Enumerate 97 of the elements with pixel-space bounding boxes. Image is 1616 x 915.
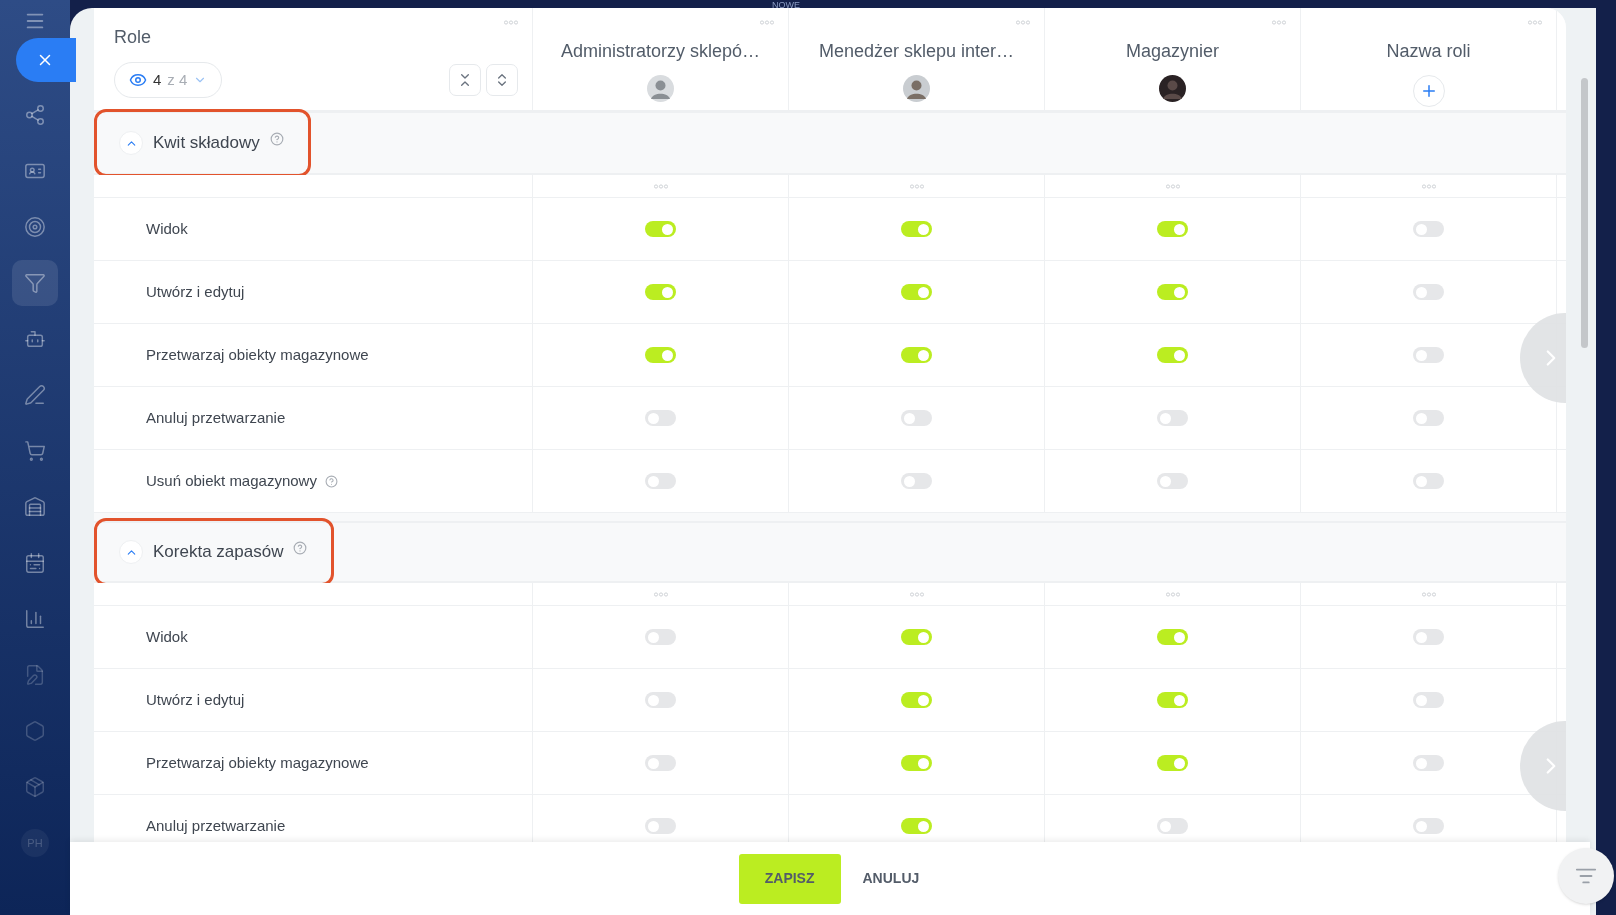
more-icon[interactable] bbox=[1528, 20, 1542, 25]
permission-label: Anuluj przetwarzanie bbox=[146, 815, 286, 836]
more-icon[interactable] bbox=[1165, 183, 1180, 189]
robot-icon bbox=[24, 328, 46, 350]
role-name[interactable]: Magazynier bbox=[1125, 38, 1219, 65]
warehouse-icon bbox=[24, 496, 46, 518]
more-icon[interactable] bbox=[653, 183, 668, 189]
toggle-switch[interactable] bbox=[1157, 692, 1188, 708]
permission-label: Widok bbox=[146, 218, 188, 239]
help-icon[interactable] bbox=[324, 474, 338, 488]
toggle-switch[interactable] bbox=[901, 284, 932, 300]
more-icon[interactable] bbox=[1165, 591, 1180, 597]
section-title: Kwit składowy bbox=[153, 132, 260, 155]
toggle-switch[interactable] bbox=[1157, 410, 1188, 426]
toggle-switch[interactable] bbox=[1413, 692, 1444, 708]
document-edit-icon bbox=[24, 664, 46, 686]
more-icon[interactable] bbox=[1421, 591, 1436, 597]
close-button[interactable] bbox=[16, 38, 76, 82]
more-icon[interactable] bbox=[1016, 20, 1030, 25]
toggle-switch[interactable] bbox=[645, 284, 676, 300]
toggle-switch[interactable] bbox=[645, 818, 676, 834]
more-icon[interactable] bbox=[1421, 183, 1436, 189]
network-icon bbox=[24, 104, 46, 126]
more-icon[interactable] bbox=[1272, 20, 1286, 25]
toggle-switch[interactable] bbox=[1157, 221, 1188, 237]
visible-roles-dropdown[interactable]: 4 z 4 bbox=[114, 62, 223, 98]
toggle-switch[interactable] bbox=[1413, 284, 1444, 300]
toggle-switch[interactable] bbox=[1413, 221, 1444, 237]
permission-label: Utwórz i edytuj bbox=[146, 281, 245, 302]
toggle-switch[interactable] bbox=[645, 755, 676, 771]
toggle-switch[interactable] bbox=[901, 347, 932, 363]
toggle-switch[interactable] bbox=[1413, 347, 1444, 363]
new-label: NOWE bbox=[772, 0, 800, 10]
hexagon-icon bbox=[24, 720, 46, 742]
help-icon[interactable] bbox=[293, 541, 308, 555]
save-button[interactable]: ZAPISZ bbox=[738, 853, 841, 904]
toggle-switch[interactable] bbox=[901, 755, 932, 771]
calendar-icon bbox=[24, 552, 46, 574]
toggle-switch[interactable] bbox=[645, 629, 676, 645]
add-button[interactable] bbox=[1412, 75, 1445, 107]
toggle-switch[interactable] bbox=[645, 473, 676, 489]
toggle-switch[interactable] bbox=[1157, 755, 1188, 771]
filter-icon bbox=[24, 272, 46, 294]
toggle-switch[interactable] bbox=[901, 221, 932, 237]
toggle-switch[interactable] bbox=[1157, 473, 1188, 489]
toggle-switch[interactable] bbox=[645, 347, 676, 363]
expand-all-button[interactable] bbox=[486, 64, 518, 96]
toggle-switch[interactable] bbox=[901, 410, 932, 426]
permission-label: Widok bbox=[146, 626, 188, 647]
permission-label: Przetwarzaj obiekty magazynowe bbox=[146, 344, 369, 365]
avatar bbox=[647, 75, 674, 102]
permission-label: Anuluj przetwarzanie bbox=[146, 407, 286, 428]
collapse-button[interactable] bbox=[119, 540, 143, 564]
sidebar-item[interactable] bbox=[12, 260, 58, 306]
toggle-switch[interactable] bbox=[1413, 818, 1444, 834]
more-icon[interactable] bbox=[653, 591, 668, 597]
toggle-switch[interactable] bbox=[1413, 473, 1444, 489]
toggle-switch[interactable] bbox=[901, 818, 932, 834]
pen-icon bbox=[24, 384, 46, 406]
permission-label: Usuń obiekt magazynowy bbox=[146, 470, 317, 491]
toggle-switch[interactable] bbox=[1157, 284, 1188, 300]
toggle-switch[interactable] bbox=[1413, 410, 1444, 426]
permission-label: Przetwarzaj obiekty magazynowe bbox=[146, 752, 369, 773]
box-icon bbox=[24, 776, 46, 798]
bar-chart-icon bbox=[24, 608, 46, 630]
toggle-switch[interactable] bbox=[1413, 755, 1444, 771]
cancel-button[interactable]: ANULUJ bbox=[860, 853, 922, 904]
more-icon[interactable] bbox=[504, 20, 518, 25]
eye-icon bbox=[129, 71, 147, 89]
toggle-switch[interactable] bbox=[645, 692, 676, 708]
column-title: Role bbox=[114, 26, 153, 49]
more-icon[interactable] bbox=[909, 183, 924, 189]
toggle-switch[interactable] bbox=[901, 473, 932, 489]
toggle-switch[interactable] bbox=[645, 221, 676, 237]
toggle-switch[interactable] bbox=[1157, 347, 1188, 363]
collapse-button[interactable] bbox=[119, 131, 143, 155]
toggle-switch[interactable] bbox=[645, 410, 676, 426]
toggle-switch[interactable] bbox=[1413, 629, 1444, 645]
help-icon[interactable] bbox=[269, 132, 284, 146]
list-menu-button[interactable] bbox=[1558, 848, 1614, 904]
role-name[interactable]: Administratorzy sklepó… bbox=[560, 38, 761, 65]
target-icon bbox=[24, 216, 46, 238]
role-name[interactable]: Menedżer sklepu inter… bbox=[818, 38, 1015, 65]
more-icon[interactable] bbox=[760, 20, 774, 25]
scrollbar-thumb[interactable] bbox=[1581, 78, 1588, 348]
toggle-switch[interactable] bbox=[1157, 818, 1188, 834]
toggle-switch[interactable] bbox=[901, 692, 932, 708]
section-title: Korekta zapasów bbox=[153, 541, 284, 564]
permission-label: Utwórz i edytuj bbox=[146, 689, 245, 710]
more-icon[interactable] bbox=[909, 591, 924, 597]
avatar bbox=[903, 75, 930, 102]
toggle-switch[interactable] bbox=[1157, 629, 1188, 645]
avatar bbox=[1159, 75, 1186, 102]
collapse-all-button[interactable] bbox=[449, 64, 481, 96]
toggle-switch[interactable] bbox=[901, 629, 932, 645]
cart-icon bbox=[24, 440, 46, 462]
role-name[interactable]: Nazwa roli bbox=[1386, 38, 1471, 65]
